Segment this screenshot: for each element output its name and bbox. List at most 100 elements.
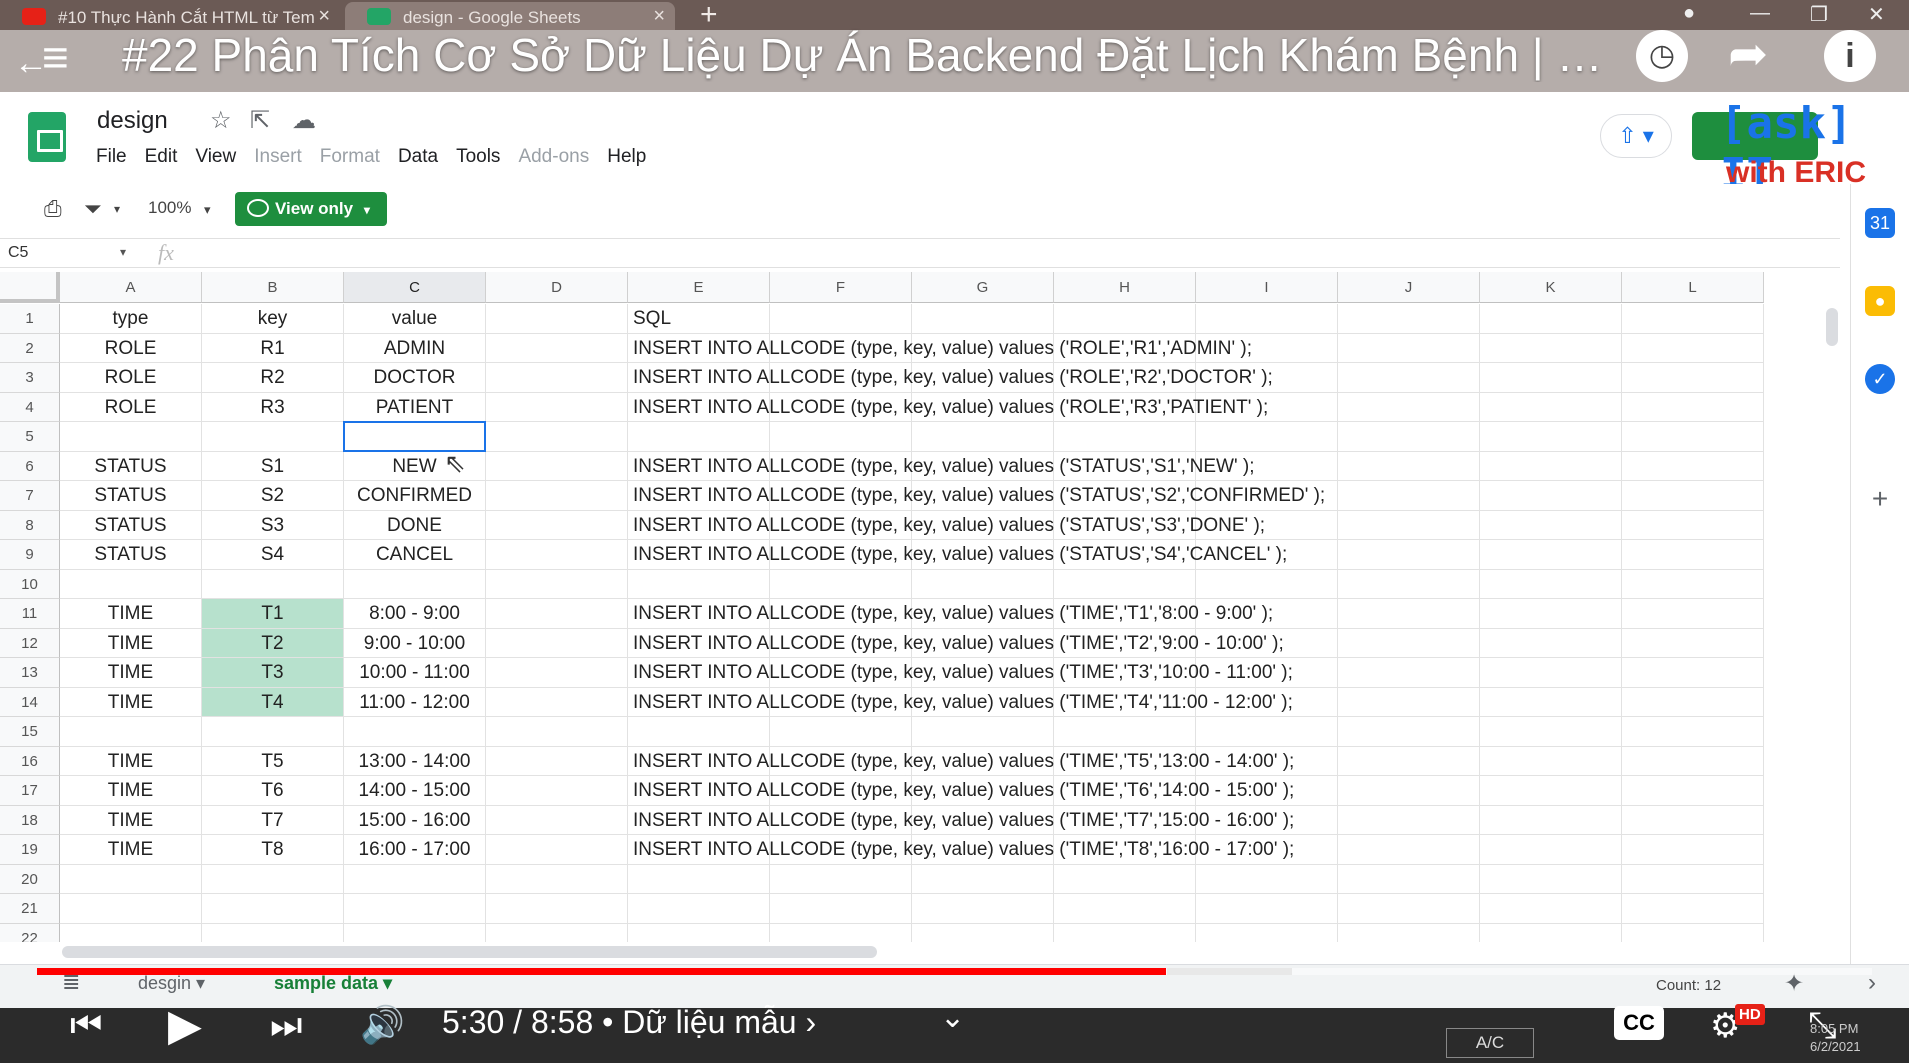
cell-k20[interactable] [1480,864,1622,894]
cell-d22[interactable] [486,923,628,942]
cell-a10[interactable] [60,569,202,599]
cell-j10[interactable] [1338,569,1480,599]
cell-k4[interactable] [1480,392,1622,422]
column-header-c[interactable]: C [344,272,486,303]
cell-h21[interactable] [1054,894,1196,924]
cell-c7[interactable]: CONFIRMED [344,481,486,511]
browser-tab-youtube[interactable]: #10 Thực Hành Cắt HTML từ Tem × [0,2,340,30]
cell-e12[interactable]: INSERT INTO ALLCODE (type, key, value) v… [628,628,1284,658]
cell-g21[interactable] [912,894,1054,924]
zoom-select[interactable]: 100% [148,198,191,218]
cell-b22[interactable] [202,923,344,942]
row-header[interactable]: 9 [0,540,60,570]
cell-a11[interactable]: TIME [60,599,202,629]
cell-j20[interactable] [1338,864,1480,894]
cell-l9[interactable] [1622,540,1764,570]
menu-format[interactable]: Format [320,146,380,168]
cell-k19[interactable] [1480,835,1622,865]
column-header-j[interactable]: J [1338,272,1480,303]
chevron-down-icon[interactable]: ⌄ [940,1000,965,1035]
cell-b11[interactable]: T1 [202,599,344,629]
playlist-icon[interactable]: ≡ [42,30,69,84]
captions-button[interactable]: CC [1614,1006,1664,1040]
cell-d4[interactable] [486,392,628,422]
cell-a4[interactable]: ROLE [60,392,202,422]
cell-c12[interactable]: 9:00 - 10:00 [344,628,486,658]
cell-l17[interactable] [1622,776,1764,806]
cell-j3[interactable] [1338,363,1480,393]
cell-l18[interactable] [1622,805,1764,835]
cell-l11[interactable] [1622,599,1764,629]
row-header[interactable]: 14 [0,687,60,717]
cell-d7[interactable] [486,481,628,511]
sheet-tab-sample-data[interactable]: sample data ▾ [274,973,392,994]
column-header-e[interactable]: E [628,272,770,303]
row-header[interactable]: 21 [0,894,60,924]
star-icon[interactable]: ☆ [210,106,232,135]
cell-j12[interactable] [1338,628,1480,658]
cell-a13[interactable]: TIME [60,658,202,688]
cell-k12[interactable] [1480,628,1622,658]
cell-d2[interactable] [486,333,628,363]
cell-k22[interactable] [1480,923,1622,942]
add-icon[interactable]: + [1865,484,1895,514]
cell-g5[interactable] [912,422,1054,452]
minimize-icon[interactable]: — [1750,2,1770,25]
cell-a6[interactable]: STATUS [60,451,202,481]
cell-i21[interactable] [1196,894,1338,924]
restore-icon[interactable]: ❐ [1810,2,1828,27]
row-header[interactable]: 10 [0,569,60,599]
row-header[interactable]: 11 [0,599,60,629]
row-header[interactable]: 15 [0,717,60,747]
cell-l2[interactable] [1622,333,1764,363]
cell-k7[interactable] [1480,481,1622,511]
row-header[interactable]: 16 [0,746,60,776]
chevron-down-icon[interactable]: ▾ [120,245,126,259]
cell-c13[interactable]: 10:00 - 11:00 [344,658,486,688]
cell-l7[interactable] [1622,481,1764,511]
cell-i22[interactable] [1196,923,1338,942]
cell-k5[interactable] [1480,422,1622,452]
cell-g22[interactable] [912,923,1054,942]
cell-f15[interactable] [770,717,912,747]
cell-c17[interactable]: 14:00 - 15:00 [344,776,486,806]
cell-e21[interactable] [628,894,770,924]
row-header[interactable]: 2 [0,333,60,363]
cell-k13[interactable] [1480,658,1622,688]
cell-b5[interactable] [202,422,344,452]
cell-c11[interactable]: 8:00 - 9:00 [344,599,486,629]
cell-j21[interactable] [1338,894,1480,924]
cell-b4[interactable]: R3 [202,392,344,422]
share-arrow-icon[interactable]: ➦ [1728,26,1768,82]
cell-g10[interactable] [912,569,1054,599]
cell-k9[interactable] [1480,540,1622,570]
cell-i15[interactable] [1196,717,1338,747]
cell-l19[interactable] [1622,835,1764,865]
menu-edit[interactable]: Edit [145,146,178,168]
row-header[interactable]: 22 [0,923,60,942]
cell-j2[interactable] [1338,333,1480,363]
cell-c3[interactable]: DOCTOR [344,363,486,393]
cell-c9[interactable]: CANCEL [344,540,486,570]
cell-g1[interactable] [912,304,1054,334]
cell-e17[interactable]: INSERT INTO ALLCODE (type, key, value) v… [628,776,1294,806]
row-header[interactable]: 19 [0,835,60,865]
cell-k8[interactable] [1480,510,1622,540]
calendar-icon[interactable]: 31 [1865,208,1895,238]
cell-h5[interactable] [1054,422,1196,452]
cell-l1[interactable] [1622,304,1764,334]
cell-a3[interactable]: ROLE [60,363,202,393]
row-header[interactable]: 6 [0,451,60,481]
row-header[interactable]: 4 [0,392,60,422]
cell-d14[interactable] [486,687,628,717]
cell-b1[interactable]: key [202,304,344,334]
cell-e8[interactable]: INSERT INTO ALLCODE (type, key, value) v… [628,510,1265,540]
cell-b17[interactable]: T6 [202,776,344,806]
cell-e10[interactable] [628,569,770,599]
cell-a22[interactable] [60,923,202,942]
cell-l21[interactable] [1622,894,1764,924]
column-header-k[interactable]: K [1480,272,1622,303]
move-icon[interactable]: ⇱ [250,106,270,135]
cell-d20[interactable] [486,864,628,894]
sheets-logo-icon[interactable] [28,112,66,162]
